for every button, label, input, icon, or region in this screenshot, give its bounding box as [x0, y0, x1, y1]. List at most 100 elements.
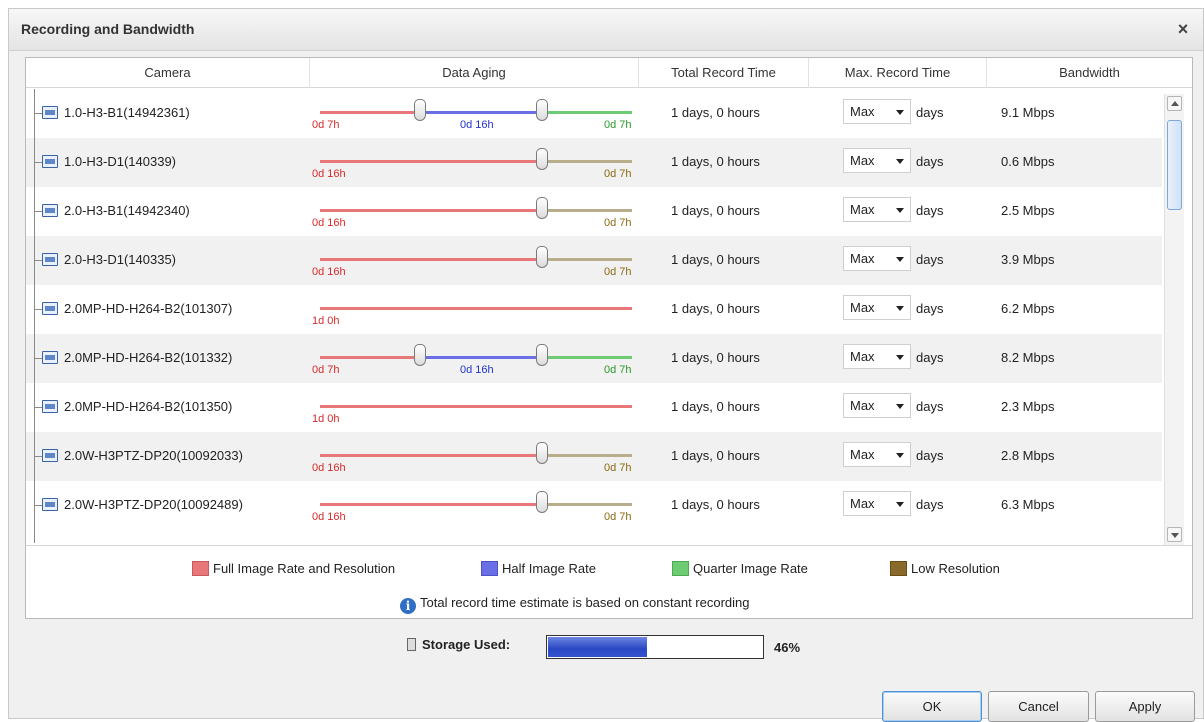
aging-duration-label: 0d 7h: [312, 364, 340, 376]
ok-button[interactable]: OK: [882, 691, 982, 722]
column-header-max-record-time[interactable]: Max. Record Time: [809, 58, 987, 88]
camera-name[interactable]: 2.0W-H3PTZ-DP20(10092489): [64, 497, 243, 512]
aging-duration-label: 0d 7h: [604, 266, 632, 278]
column-header-bandwidth[interactable]: Bandwidth: [987, 58, 1192, 88]
vertical-scrollbar[interactable]: [1164, 94, 1184, 546]
camera-icon: [42, 253, 58, 266]
cancel-button[interactable]: Cancel: [988, 691, 1089, 722]
max-record-unit: days: [916, 154, 944, 169]
max-record-unit: days: [916, 448, 944, 463]
max-record-unit: days: [916, 497, 944, 512]
bandwidth-value: 0.6 Mbps: [1001, 154, 1055, 169]
aging-track-low: [542, 160, 632, 163]
data-aging-slider[interactable]: 0d 7h 0d 16h 0d 7h: [310, 334, 650, 383]
max-record-time-select[interactable]: Max: [843, 99, 911, 124]
max-record-time-select[interactable]: Max: [843, 246, 911, 271]
scroll-up-button[interactable]: [1167, 96, 1182, 111]
aging-slider-handle[interactable]: [536, 99, 548, 121]
max-record-time-select[interactable]: Max: [843, 295, 911, 320]
chevron-down-icon: [896, 110, 904, 115]
table-row[interactable]: 2.0W-H3PTZ-DP20(10092489) 0d 16h 0d 7h 1 da…: [26, 481, 1162, 530]
data-aging-slider[interactable]: 0d 16h 0d 7h: [310, 481, 650, 530]
data-aging-slider[interactable]: 0d 16h 0d 7h: [310, 187, 650, 236]
camera-name[interactable]: 2.0W-H3PTZ-DP20(10092033): [64, 448, 243, 463]
camera-name[interactable]: 2.0-H3-D1(140335): [64, 252, 176, 267]
aging-slider-handle[interactable]: [536, 442, 548, 464]
camera-name[interactable]: 1.0-H3-D1(140339): [64, 154, 176, 169]
max-record-unit: days: [916, 252, 944, 267]
aging-duration-label: 1d 0h: [312, 413, 340, 425]
chevron-down-icon: [1171, 533, 1179, 538]
chevron-down-icon: [896, 453, 904, 458]
aging-slider-handle[interactable]: [536, 246, 548, 268]
storage-percent: 46%: [774, 640, 801, 655]
column-header-total-record-time[interactable]: Total Record Time: [639, 58, 809, 88]
scroll-down-button[interactable]: [1167, 527, 1182, 542]
camera-icon: [42, 106, 58, 119]
table-row[interactable]: 1.0-H3-D1(140339) 0d 16h 0d 7h 1 days, 0 ho…: [26, 138, 1162, 187]
aging-track-low: [542, 258, 632, 261]
column-header-data-aging[interactable]: Data Aging: [310, 58, 639, 88]
camera-name[interactable]: 1.0-H3-B1(14942361): [64, 105, 190, 120]
aging-slider-handle[interactable]: [536, 491, 548, 513]
aging-slider-handle[interactable]: [536, 148, 548, 170]
storage-used-label: Storage Used:: [407, 637, 510, 652]
data-aging-slider[interactable]: 0d 16h 0d 7h: [310, 236, 650, 285]
total-record-time: 1 days, 0 hours: [671, 350, 760, 365]
aging-slider-handle[interactable]: [414, 99, 426, 121]
max-record-time-select[interactable]: Max: [843, 197, 911, 222]
data-aging-slider[interactable]: 0d 16h 0d 7h: [310, 138, 650, 187]
camera-icon: [42, 204, 58, 217]
legend-low-resolution: Low Resolution: [890, 561, 1000, 576]
select-value: Max: [850, 104, 875, 119]
aging-slider-handle[interactable]: [536, 197, 548, 219]
bandwidth-value: 2.8 Mbps: [1001, 448, 1055, 463]
aging-slider-handle[interactable]: [414, 344, 426, 366]
data-aging-slider[interactable]: 0d 16h 0d 7h: [310, 432, 650, 481]
max-record-time-select[interactable]: Max: [843, 491, 911, 516]
table-row[interactable]: 2.0-H3-D1(140335) 0d 16h 0d 7h 1 days, 0 ho…: [26, 236, 1162, 285]
camera-table-panel: Camera Data Aging Total Record Time Max.…: [25, 57, 1193, 619]
max-record-unit: days: [916, 105, 944, 120]
aging-duration-label: 0d 7h: [604, 511, 632, 523]
total-record-time: 1 days, 0 hours: [671, 203, 760, 218]
max-record-time-select[interactable]: Max: [843, 148, 911, 173]
aging-track-quarter: [542, 356, 632, 359]
camera-name[interactable]: 2.0MP-HD-H264-B2(101350): [64, 399, 232, 414]
table-row[interactable]: 2.0W-H3PTZ-DP20(10092033) 0d 16h 0d 7h 1 da…: [26, 432, 1162, 481]
close-icon[interactable]: ×: [1173, 18, 1193, 40]
aging-duration-label: 0d 16h: [460, 119, 494, 131]
camera-name[interactable]: 2.0-H3-B1(14942340): [64, 203, 190, 218]
title-bar: Recording and Bandwidth ×: [9, 9, 1203, 51]
data-aging-slider[interactable]: 1d 0h: [310, 285, 650, 334]
data-aging-slider[interactable]: 0d 7h 0d 16h 0d 7h: [310, 89, 650, 138]
table-row[interactable]: 2.0MP-HD-H264-B2(101350) 1d 0h 1 days, 0 h…: [26, 383, 1162, 432]
aging-track-full: [320, 503, 542, 506]
bandwidth-value: 8.2 Mbps: [1001, 350, 1055, 365]
chevron-up-icon: [1171, 101, 1179, 106]
aging-slider-handle[interactable]: [536, 344, 548, 366]
aging-track-quarter: [542, 111, 632, 114]
aging-duration-label: 0d 7h: [604, 168, 632, 180]
scrollbar-thumb[interactable]: [1167, 120, 1182, 210]
chevron-down-icon: [896, 502, 904, 507]
column-header-camera[interactable]: Camera: [26, 58, 310, 88]
camera-name[interactable]: 2.0MP-HD-H264-B2(101307): [64, 301, 232, 316]
table-row[interactable]: 2.0MP-HD-H264-B2(101332) 0d 7h 0d 16h 0d 7h…: [26, 334, 1162, 383]
chevron-down-icon: [896, 257, 904, 262]
aging-duration-label: 1d 0h: [312, 315, 340, 327]
data-aging-slider[interactable]: 1d 0h: [310, 383, 650, 432]
max-record-time-select[interactable]: Max: [843, 442, 911, 467]
aging-track-full: [320, 454, 542, 457]
camera-name[interactable]: 2.0MP-HD-H264-B2(101332): [64, 350, 232, 365]
bandwidth-value: 3.9 Mbps: [1001, 252, 1055, 267]
max-record-time-select[interactable]: Max: [843, 344, 911, 369]
table-row[interactable]: 2.0-H3-B1(14942340) 0d 16h 0d 7h 1 days, 0 …: [26, 187, 1162, 236]
aging-track-low: [542, 503, 632, 506]
apply-button[interactable]: Apply: [1095, 691, 1195, 722]
aging-track-full: [320, 356, 420, 359]
max-record-time-select[interactable]: Max: [843, 393, 911, 418]
storage-progress-bar: [546, 635, 764, 659]
table-row[interactable]: 2.0MP-HD-H264-B2(101307) 1d 0h 1 days, 0 h…: [26, 285, 1162, 334]
table-row[interactable]: 1.0-H3-B1(14942361) 0d 7h 0d 16h 0d 7h 1 day…: [26, 89, 1162, 138]
